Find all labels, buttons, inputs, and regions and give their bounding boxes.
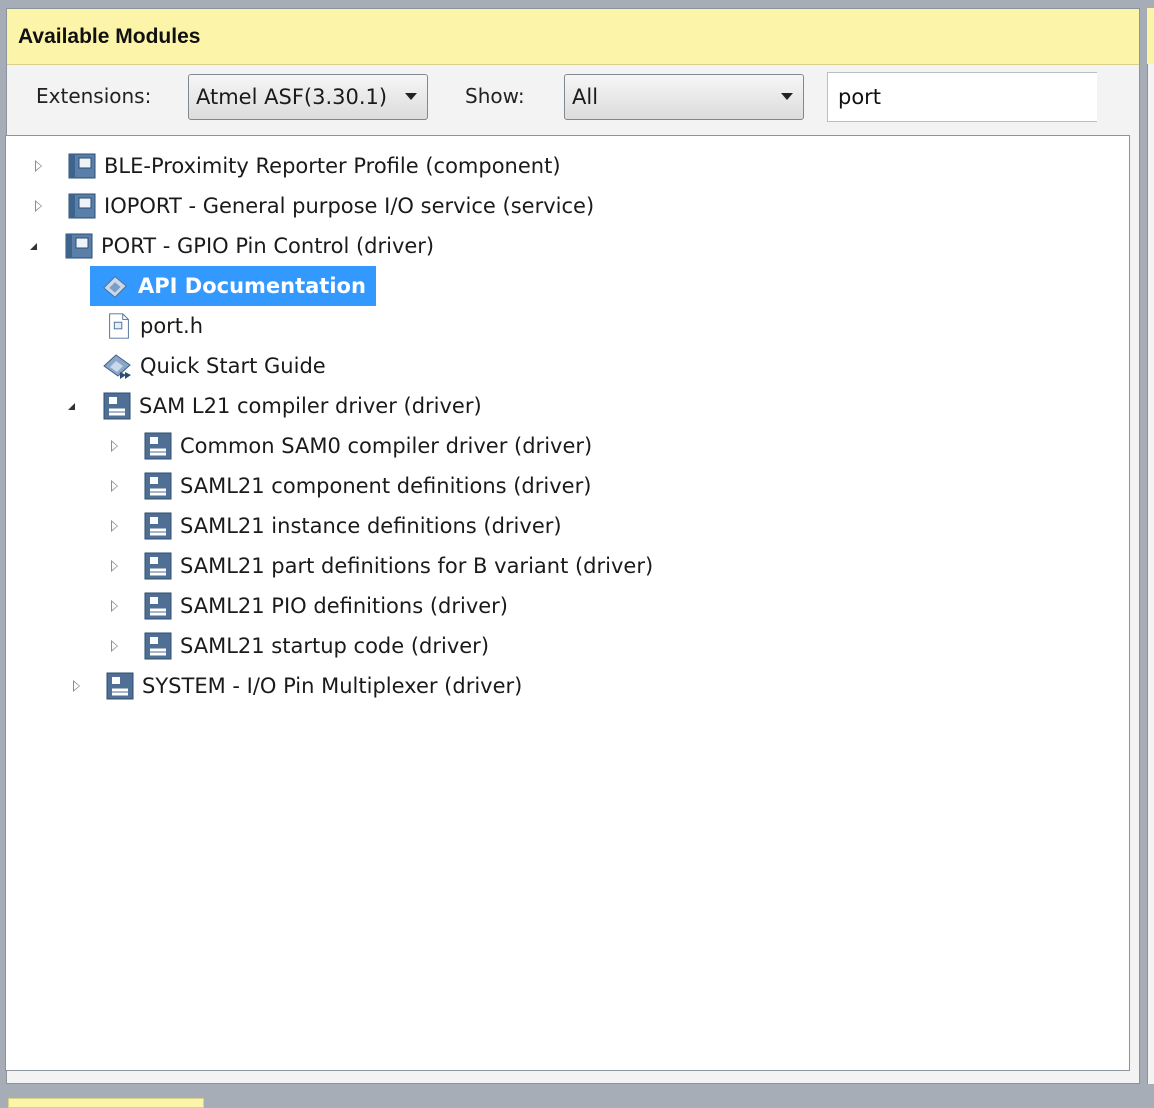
tree-item-api-documentation[interactable]: API Documentation <box>90 266 376 306</box>
expand-icon[interactable] <box>73 680 80 692</box>
driver-module-icon <box>144 632 172 660</box>
component-module-icon <box>68 153 96 179</box>
tree-item-sam-l21-compiler[interactable]: SAM L21 compiler driver (driver) <box>66 386 482 426</box>
tree-item-saml21-instance[interactable]: SAML21 instance definitions (driver) <box>104 506 562 546</box>
tree-item-saml21-startup[interactable]: SAML21 startup code (driver) <box>104 626 489 666</box>
tree-item-saml21-part[interactable]: SAML21 part definitions for B variant (d… <box>104 546 653 586</box>
bottom-tab[interactable] <box>8 1098 204 1108</box>
driver-module-icon <box>106 672 134 700</box>
tree-item-label: SAML21 part definitions for B variant (d… <box>180 554 654 578</box>
chevron-down-icon <box>781 93 793 100</box>
show-dropdown[interactable]: All <box>564 74 804 120</box>
tree-item-saml21-pio[interactable]: SAML21 PIO definitions (driver) <box>104 586 508 626</box>
tree-item-label: BLE-Proximity Reporter Profile (componen… <box>104 154 561 178</box>
driver-module-icon <box>144 552 172 580</box>
extensions-label: Extensions: <box>36 84 152 108</box>
expand-icon[interactable] <box>35 160 42 172</box>
quick-start-icon <box>103 354 131 379</box>
tree-item-label: port.h <box>140 314 204 338</box>
right-panel-header-edge <box>1147 8 1154 64</box>
tree-item-label: SAML21 component definitions (driver) <box>180 474 592 498</box>
component-module-icon <box>68 193 96 219</box>
chevron-down-icon <box>405 93 417 100</box>
panel-title: Available Modules <box>18 24 201 48</box>
tree-item-port-h[interactable]: port.h <box>104 306 203 346</box>
expand-icon[interactable] <box>35 200 42 212</box>
extensions-dropdown[interactable]: Atmel ASF(3.30.1) <box>188 74 428 120</box>
tree-item-label: IOPORT - General purpose I/O service (se… <box>104 194 595 218</box>
driver-module-icon <box>103 392 131 420</box>
expand-icon[interactable] <box>111 640 118 652</box>
show-value: All <box>572 85 599 109</box>
collapse-icon[interactable] <box>30 242 37 250</box>
tree-item-label: Quick Start Guide <box>140 354 326 378</box>
tree-item-system-pinmux[interactable]: SYSTEM - I/O Pin Multiplexer (driver) <box>66 666 522 706</box>
tree-item-label: SAML21 PIO definitions (driver) <box>180 594 508 618</box>
right-panel-body-edge <box>1147 64 1154 1084</box>
driver-module-icon <box>144 592 172 620</box>
expand-icon[interactable] <box>111 480 118 492</box>
tree-item-quick-start-guide[interactable]: Quick Start Guide <box>102 346 326 386</box>
tree-item-saml21-component[interactable]: SAML21 component definitions (driver) <box>104 466 591 506</box>
modules-tree[interactable]: BLE-Proximity Reporter Profile (componen… <box>5 135 1130 1071</box>
documentation-icon <box>103 275 127 298</box>
panel-header: Available Modules <box>7 9 1139 65</box>
tree-item-label: SAM L21 compiler driver (driver) <box>139 394 482 418</box>
tree-item-ioport[interactable]: IOPORT - General purpose I/O service (se… <box>28 186 594 226</box>
component-module-icon <box>65 233 93 259</box>
tree-item-port-gpio[interactable]: PORT - GPIO Pin Control (driver) <box>28 226 434 266</box>
driver-module-icon <box>144 432 172 460</box>
expand-icon[interactable] <box>111 600 118 612</box>
expand-icon[interactable] <box>111 560 118 572</box>
file-icon <box>109 313 129 339</box>
tree-item-label: SAML21 instance definitions (driver) <box>180 514 562 538</box>
show-label: Show: <box>465 84 525 108</box>
expand-icon[interactable] <box>111 520 118 532</box>
tree-item-label: API Documentation <box>136 270 372 302</box>
extensions-value: Atmel ASF(3.30.1) <box>196 85 388 109</box>
tree-item-label: SYSTEM - I/O Pin Multiplexer (driver) <box>142 674 523 698</box>
tree-item-common-sam0[interactable]: Common SAM0 compiler driver (driver) <box>104 426 592 466</box>
tree-item-ble-proximity[interactable]: BLE-Proximity Reporter Profile (componen… <box>28 146 561 186</box>
driver-module-icon <box>144 472 172 500</box>
collapse-icon[interactable] <box>68 402 75 410</box>
search-input[interactable] <box>827 72 1097 122</box>
driver-module-icon <box>144 512 172 540</box>
expand-icon[interactable] <box>111 440 118 452</box>
tree-item-label: SAML21 startup code (driver) <box>180 634 490 658</box>
tree-item-label: Common SAM0 compiler driver (driver) <box>180 434 593 458</box>
tree-item-label: PORT - GPIO Pin Control (driver) <box>101 234 435 258</box>
